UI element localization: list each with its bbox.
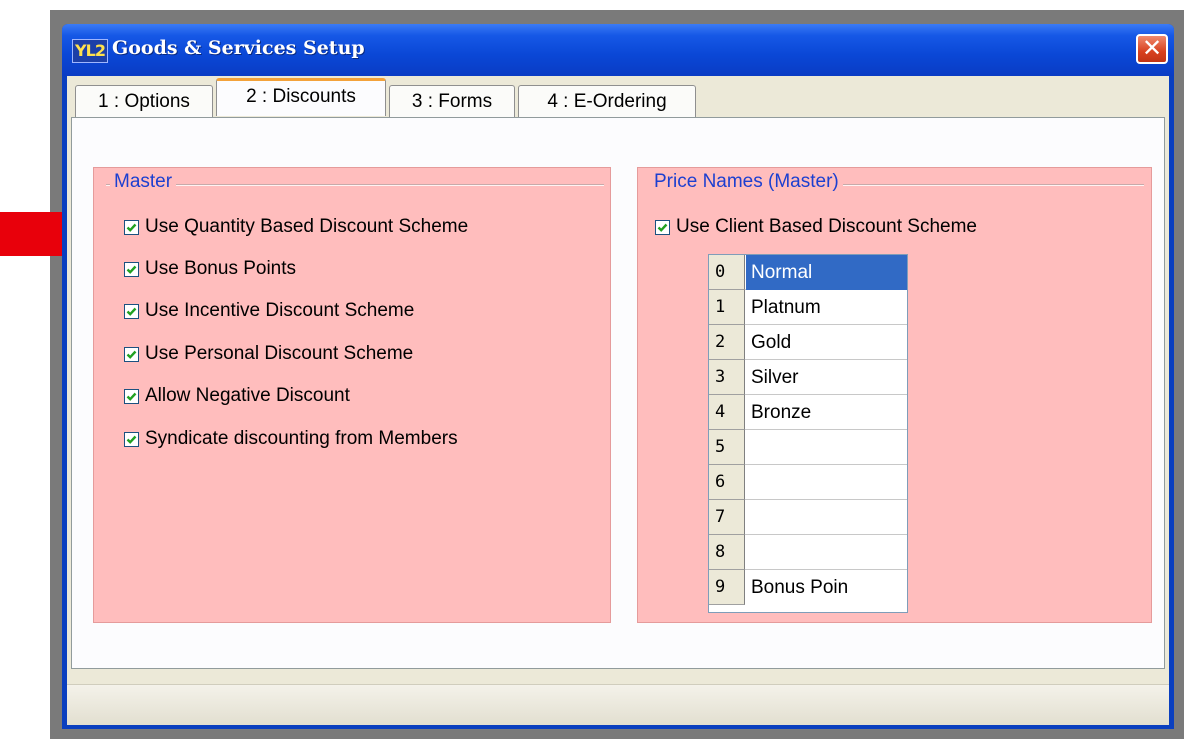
price-name-cell[interactable]: Silver <box>751 360 799 395</box>
checkbox-checked-icon[interactable] <box>655 219 670 235</box>
table-row[interactable]: 1 Platnum <box>709 290 907 325</box>
row-number[interactable]: 2 <box>709 325 745 360</box>
row-number[interactable]: 3 <box>709 360 745 395</box>
checkbox-checked-icon[interactable] <box>124 219 139 235</box>
use-personal-discount-checkbox[interactable]: Use Personal Discount Scheme <box>124 342 413 366</box>
table-row[interactable]: 5 <box>709 430 907 465</box>
use-quantity-discount-checkbox[interactable]: Use Quantity Based Discount Scheme <box>124 215 468 239</box>
table-row[interactable]: 2 Gold <box>709 325 907 360</box>
table-row[interactable]: 7 <box>709 500 907 535</box>
close-button[interactable]: ✕ <box>1136 34 1168 64</box>
price-names-table: 0 Normal 1 Platnum 2 Gold 3 Silver 4 Bro… <box>708 254 908 613</box>
table-row[interactable]: 6 <box>709 465 907 500</box>
title-bar[interactable]: YL2 Goods & Services Setup ✕ <box>62 24 1174 76</box>
app-icon: YL2 <box>72 39 108 63</box>
row-number[interactable]: 1 <box>709 290 745 325</box>
syndicate-discounting-checkbox[interactable]: Syndicate discounting from Members <box>124 427 458 451</box>
status-bar <box>67 684 1169 725</box>
checkbox-label: Use Incentive Discount Scheme <box>145 300 415 321</box>
checkbox-checked-icon[interactable] <box>124 261 139 277</box>
checkbox-label: Use Client Based Discount Scheme <box>676 216 977 237</box>
checkbox-label: Use Quantity Based Discount Scheme <box>145 216 469 237</box>
use-incentive-discount-checkbox[interactable]: Use Incentive Discount Scheme <box>124 299 414 323</box>
price-name-cell[interactable]: Platnum <box>751 290 821 325</box>
row-number[interactable]: 8 <box>709 535 745 570</box>
master-group: Master Use Quantity Based Discount Schem… <box>93 167 611 623</box>
row-number[interactable]: 9 <box>709 570 745 605</box>
table-row[interactable]: 9 Bonus Poin <box>709 570 907 605</box>
checkbox-checked-icon[interactable] <box>124 388 139 404</box>
row-number[interactable]: 4 <box>709 395 745 430</box>
tab-forms[interactable]: 3 : Forms <box>389 85 515 117</box>
master-group-title: Master <box>110 171 177 193</box>
table-row[interactable]: 8 <box>709 535 907 570</box>
price-name-cell[interactable]: Bronze <box>751 395 811 430</box>
table-row[interactable]: 3 Silver <box>709 360 907 395</box>
allow-negative-discount-checkbox[interactable]: Allow Negative Discount <box>124 384 350 408</box>
use-client-discount-checkbox[interactable]: Use Client Based Discount Scheme <box>655 215 977 239</box>
tab-options[interactable]: 1 : Options <box>75 85 213 117</box>
row-number[interactable]: 6 <box>709 465 745 500</box>
row-number[interactable]: 0 <box>709 255 745 290</box>
checkbox-label: Use Personal Discount Scheme <box>145 343 414 364</box>
checkbox-label: Use Bonus Points <box>145 258 297 279</box>
tab-discounts[interactable]: 2 : Discounts <box>216 78 386 116</box>
price-name-cell[interactable]: Gold <box>751 325 791 360</box>
row-number[interactable]: 5 <box>709 430 745 465</box>
checkbox-checked-icon[interactable] <box>124 431 139 447</box>
checkbox-label: Syndicate discounting from Members <box>145 428 458 449</box>
price-names-group-title: Price Names (Master) <box>650 171 843 193</box>
price-name-cell[interactable]: Bonus Poin <box>751 570 848 605</box>
table-row[interactable]: 4 Bronze <box>709 395 907 430</box>
master-group-border <box>106 184 604 186</box>
row-number[interactable]: 7 <box>709 500 745 535</box>
table-row[interactable]: 0 Normal <box>709 255 907 290</box>
use-bonus-points-checkbox[interactable]: Use Bonus Points <box>124 257 296 281</box>
window-title: Goods & Services Setup <box>112 37 365 59</box>
checkbox-checked-icon[interactable] <box>124 303 139 319</box>
tab-e-ordering[interactable]: 4 : E-Ordering <box>518 85 696 117</box>
price-name-cell[interactable]: Normal <box>751 255 812 290</box>
checkbox-checked-icon[interactable] <box>124 346 139 362</box>
checkbox-label: Allow Negative Discount <box>145 385 350 406</box>
